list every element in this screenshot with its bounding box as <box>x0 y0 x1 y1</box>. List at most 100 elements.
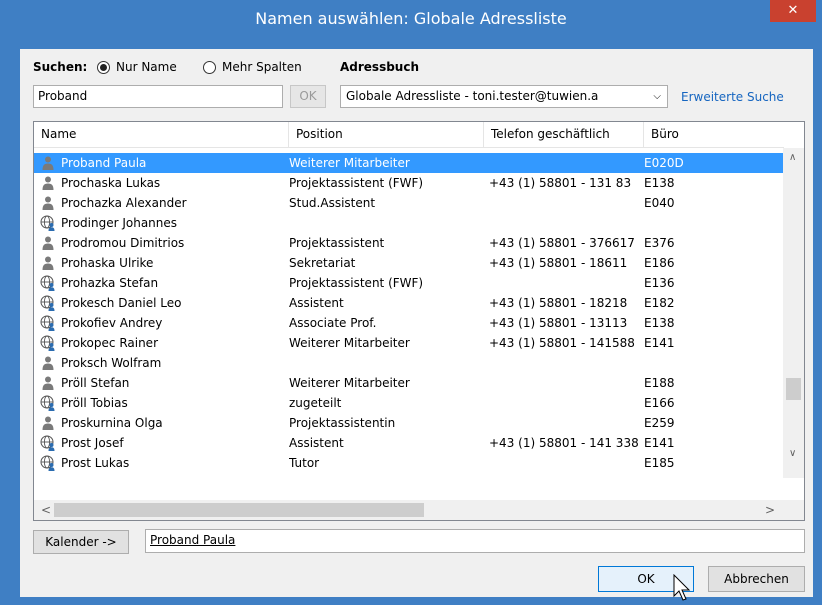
column-header-position[interactable]: Position <box>289 122 484 147</box>
addressbook-select[interactable]: Globale Adressliste - toni.tester@tuwien… <box>340 85 668 108</box>
cell-name: Prohaska Ulrike <box>61 256 154 270</box>
external-contact-icon <box>40 335 56 351</box>
radio-name-only-label[interactable]: Nur Name <box>116 60 177 74</box>
column-header-phone[interactable]: Telefon geschäftlich <box>484 122 644 147</box>
person-icon <box>40 195 56 211</box>
scroll-right-icon[interactable]: > <box>765 503 775 517</box>
cell-phone: +43 (1) 58801 - 131 83 <box>489 176 632 190</box>
cell-name: Prodromou Dimitrios <box>61 236 185 250</box>
external-contact-icon <box>40 315 56 331</box>
scroll-left-icon[interactable]: < <box>41 503 51 517</box>
cell-position: Assistent <box>289 296 344 310</box>
close-button[interactable]: ✕ <box>770 0 816 22</box>
scroll-up-icon[interactable]: ∧ <box>789 152 796 163</box>
table-row[interactable]: Prodinger Johannes <box>34 213 784 233</box>
cell-position: Weiterer Mitarbeiter <box>289 156 410 170</box>
external-contact-icon <box>40 215 56 231</box>
vertical-scroll-thumb[interactable] <box>786 378 801 400</box>
cell-position: Assistent <box>289 436 344 450</box>
table-row[interactable]: Pröll Stefan Weiterer Mitarbeiter E188 <box>34 373 784 393</box>
cell-phone: +43 (1) 58801 - 13113 <box>489 316 628 330</box>
cell-position: Stud.Assistent <box>289 196 376 210</box>
person-icon <box>40 355 56 371</box>
table-row[interactable]: Prokesch Daniel Leo Assistent +43 (1) 5880… <box>34 293 784 313</box>
table-row[interactable]: Prost Josef Assistent +43 (1) 58801 - 141 … <box>34 433 784 453</box>
person-icon <box>40 415 56 431</box>
column-header-name[interactable]: Name <box>34 122 289 147</box>
cell-phone: +43 (1) 58801 - 141588 <box>489 336 635 350</box>
cell-name: Prochaska Lukas <box>61 176 161 190</box>
cell-name: Pröll Tobias <box>61 396 128 410</box>
cell-position: Projektassistent <box>289 236 385 250</box>
cell-name: Prokopec Rainer <box>61 336 158 350</box>
horizontal-scroll-thumb[interactable] <box>54 503 424 517</box>
selected-name-token[interactable]: Proband Paula <box>150 533 235 547</box>
addressbook-label: Adressbuch <box>340 60 420 74</box>
cell-position: zugeteilt <box>289 396 342 410</box>
search-ok-button[interactable]: OK <box>290 85 326 108</box>
table-row[interactable]: Proskurnina Olga Projektassistentin E259 <box>34 413 784 433</box>
table-row[interactable]: Prokofiev Andrey Associate Prof. +43 (1) 5… <box>34 313 784 333</box>
cell-office: E188 <box>644 376 675 390</box>
table-row[interactable]: Prohaska Ulrike Sekretariat +43 (1) 58801 … <box>34 253 784 273</box>
table-row[interactable]: Proksch Wolfram <box>34 353 784 373</box>
list-rows: Proband Paula Weiterer Mitarbeiter E020D Pr… <box>34 153 784 473</box>
cell-name: Prohazka Stefan <box>61 276 159 290</box>
cell-office: E141 <box>644 336 675 350</box>
table-row[interactable]: Prochaska Lukas Projektassistent (FWF) +43… <box>34 173 784 193</box>
cell-position: Associate Prof. <box>289 316 377 330</box>
search-label: Suchen: <box>33 60 88 74</box>
cell-office: E376 <box>644 236 675 250</box>
calendar-button[interactable]: Kalender -> <box>33 530 129 554</box>
table-row[interactable]: Prodromou Dimitrios Projektassistent +43 (… <box>34 233 784 253</box>
cell-name: Proksch Wolfram <box>61 356 162 370</box>
table-row[interactable]: Prokopec Rainer Weiterer Mitarbeiter +43 (… <box>34 333 784 353</box>
address-list[interactable]: Name Position Telefon geschäftlich Büro … <box>33 121 805 521</box>
cell-name: Prost Josef <box>61 436 124 450</box>
cell-office: E138 <box>644 176 675 190</box>
search-input[interactable]: Proband <box>33 85 283 108</box>
cell-office: E185 <box>644 456 675 470</box>
radio-more-columns[interactable] <box>203 61 216 74</box>
radio-more-columns-label[interactable]: Mehr Spalten <box>222 60 302 74</box>
cell-name: Proband Paula <box>61 156 147 170</box>
addressbook-selected-value: Globale Adressliste - toni.tester@tuwien… <box>346 89 599 103</box>
person-icon <box>40 175 56 191</box>
advanced-search-link[interactable]: Erweiterte Suche <box>681 90 784 104</box>
cell-name: Prochazka Alexander <box>61 196 187 210</box>
cell-office: E186 <box>644 256 675 270</box>
table-row[interactable]: Proband Paula Weiterer Mitarbeiter E020D <box>34 153 784 173</box>
table-row[interactable]: Pröll Tobias zugeteilt E166 <box>34 393 784 413</box>
cell-phone: +43 (1) 58801 - 18218 <box>489 296 628 310</box>
cell-office: E182 <box>644 296 675 310</box>
person-icon <box>40 155 56 171</box>
table-row[interactable]: Prochazka Alexander Stud.Assistent E040 <box>34 193 784 213</box>
cell-office: E259 <box>644 416 675 430</box>
cell-position: Tutor <box>289 456 320 470</box>
cell-position: Projektassistent (FWF) <box>289 276 424 290</box>
external-contact-icon <box>40 295 56 311</box>
external-contact-icon <box>40 455 56 471</box>
dialog-client-area: Suchen: Nur Name Mehr Spalten Adressbuch… <box>20 49 813 597</box>
cell-office: E020D <box>644 156 684 170</box>
horizontal-scrollbar[interactable]: < > <box>34 500 804 520</box>
vertical-scrollbar[interactable]: ∧ ∨ <box>783 148 804 478</box>
person-icon <box>40 375 56 391</box>
cancel-button[interactable]: Abbrechen <box>708 566 805 592</box>
cell-name: Pröll Stefan <box>61 376 130 390</box>
chevron-down-icon: ⌵ <box>653 91 661 102</box>
cell-position: Weiterer Mitarbeiter <box>289 376 410 390</box>
cell-name: Proskurnina Olga <box>61 416 163 430</box>
cell-phone: +43 (1) 58801 - 18611 <box>489 256 628 270</box>
person-icon <box>40 255 56 271</box>
table-row[interactable]: Prohazka Stefan Projektassistent (FWF) E13… <box>34 273 784 293</box>
window-title: Namen auswählen: Globale Adressliste <box>255 9 567 28</box>
scroll-down-icon[interactable]: ∨ <box>789 448 796 459</box>
cell-position: Sekretariat <box>289 256 356 270</box>
cell-office: E166 <box>644 396 675 410</box>
close-icon: ✕ <box>787 3 799 18</box>
table-row[interactable]: Prost Lukas Tutor E185 <box>34 453 784 473</box>
radio-name-only[interactable] <box>97 61 110 74</box>
selected-names-field[interactable]: Proband Paula <box>145 529 805 553</box>
column-header-office[interactable]: Büro <box>644 122 784 147</box>
